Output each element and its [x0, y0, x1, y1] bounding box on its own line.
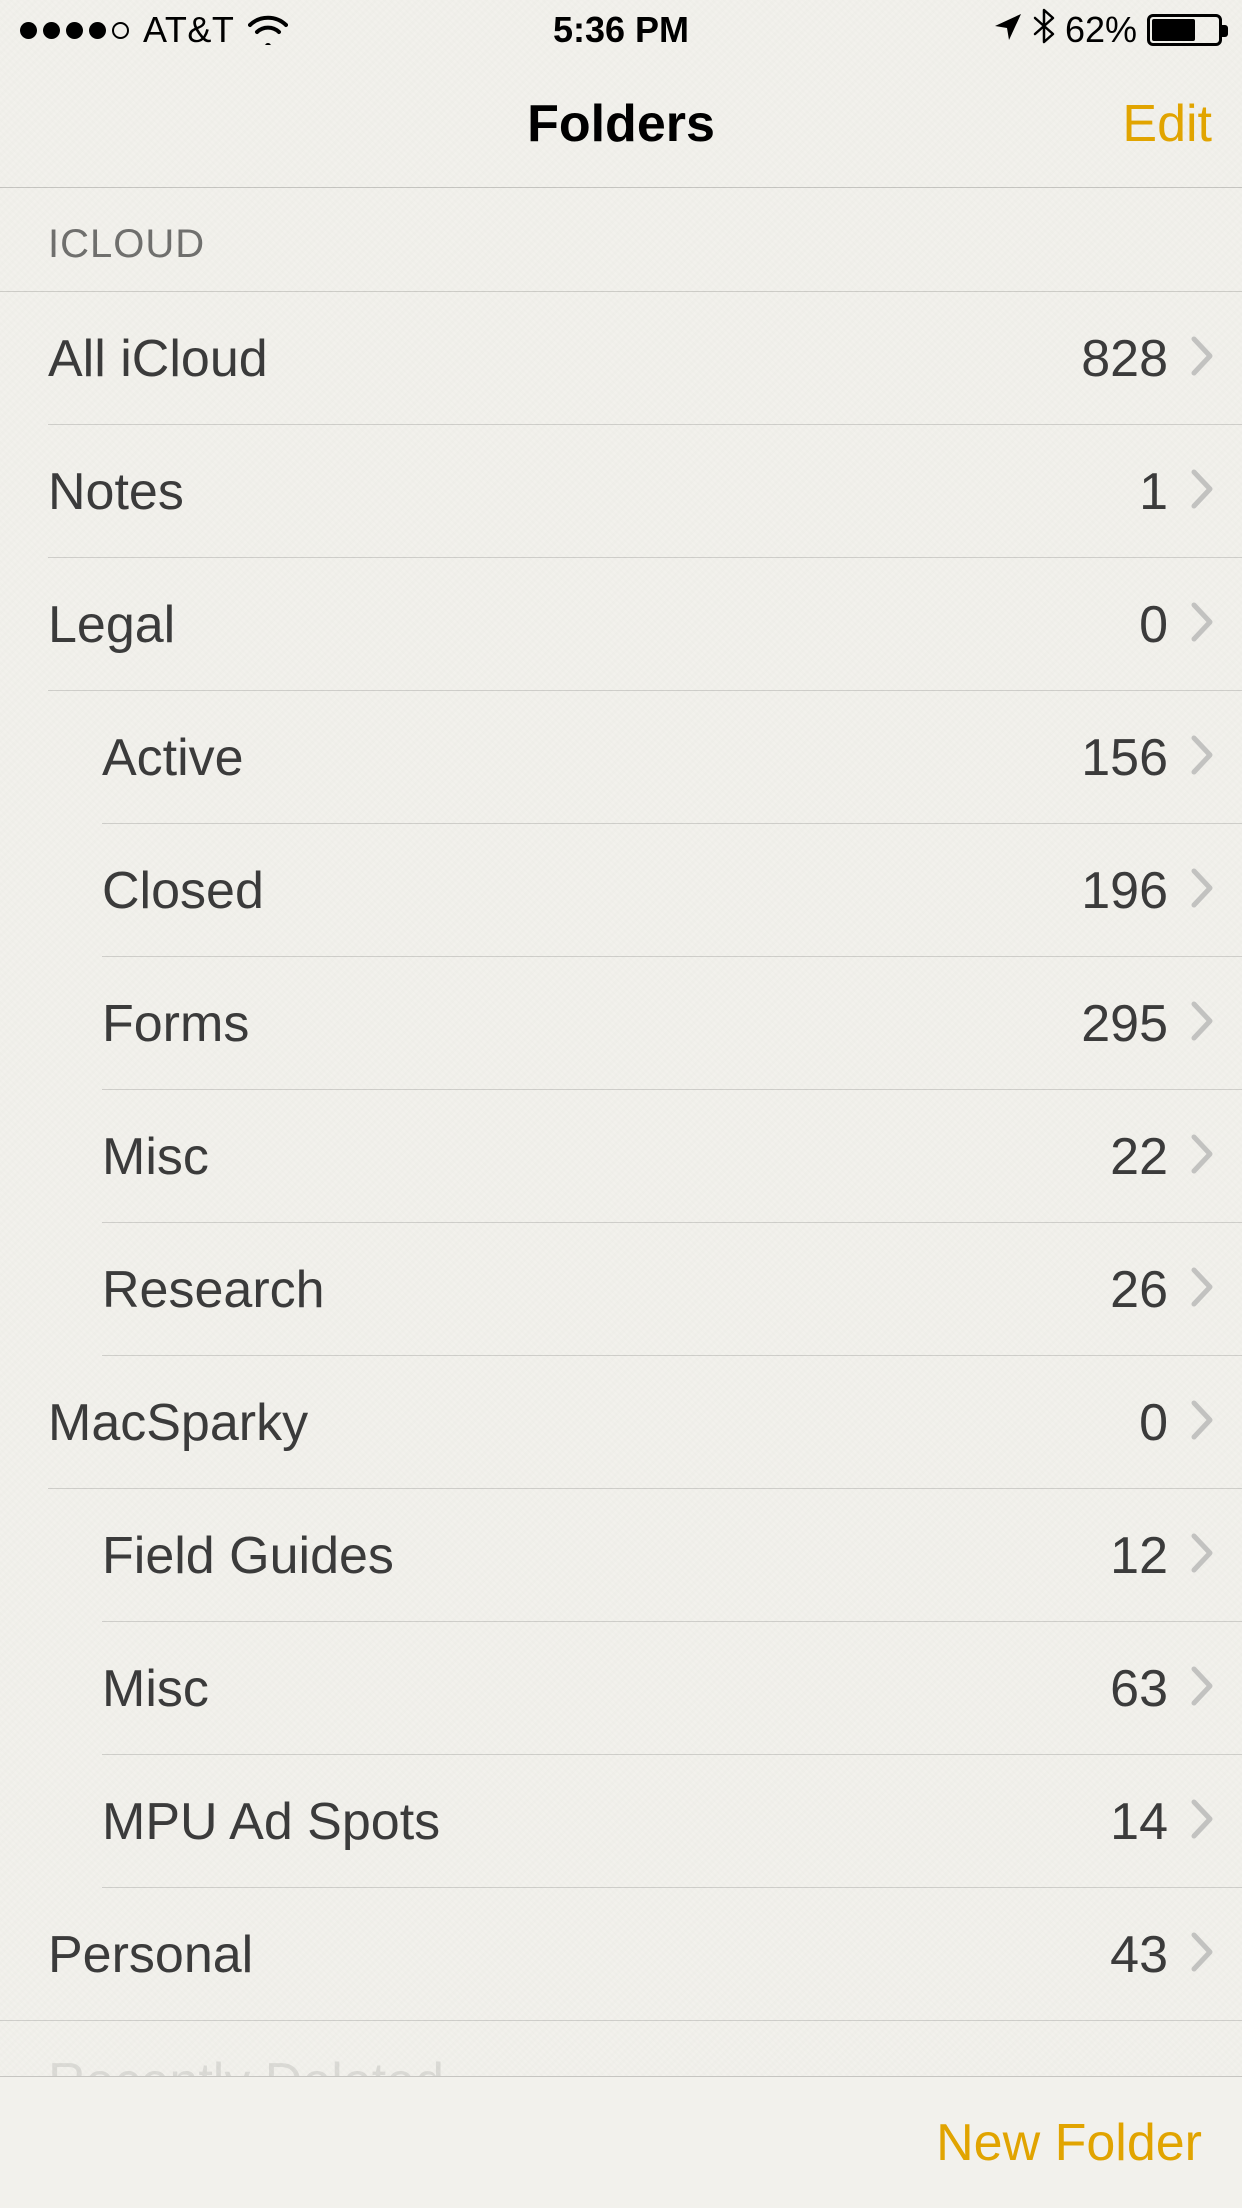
chevron-right-icon: [1188, 998, 1216, 1049]
folder-row[interactable]: Active156: [0, 691, 1242, 824]
folder-count: 22: [1110, 1127, 1168, 1187]
folder-row[interactable]: Closed196: [0, 824, 1242, 957]
folder-count: 196: [1081, 861, 1168, 921]
status-right: 62%: [993, 8, 1222, 53]
carrier-label: AT&T: [143, 9, 234, 51]
signal-strength-icon: [20, 22, 129, 39]
folder-row[interactable]: Notes1: [0, 425, 1242, 558]
folder-count: 1: [1139, 462, 1168, 522]
chevron-right-icon: [1188, 732, 1216, 783]
status-time: 5:36 PM: [553, 9, 689, 51]
folder-name: Research: [102, 1260, 1110, 1320]
wifi-icon: [248, 15, 288, 45]
folder-count: 63: [1110, 1659, 1168, 1719]
bluetooth-icon: [1033, 8, 1055, 53]
folder-row[interactable]: Forms295: [0, 957, 1242, 1090]
chevron-right-icon: [1188, 1530, 1216, 1581]
chevron-right-icon: [1188, 333, 1216, 384]
folder-count: 828: [1081, 329, 1168, 389]
folder-count: 12: [1110, 1526, 1168, 1586]
folder-name: Field Guides: [102, 1526, 1110, 1586]
chevron-right-icon: [1188, 1796, 1216, 1847]
chevron-right-icon: [1188, 1929, 1216, 1980]
new-folder-button[interactable]: New Folder: [936, 2113, 1202, 2173]
chevron-right-icon: [1188, 1397, 1216, 1448]
folder-row[interactable]: Legal0: [0, 558, 1242, 691]
folder-row[interactable]: Field Guides12: [0, 1489, 1242, 1622]
battery-icon: [1147, 14, 1222, 46]
folder-row[interactable]: All iCloud828: [0, 292, 1242, 425]
folder-count: 156: [1081, 728, 1168, 788]
folder-count: 0: [1139, 1393, 1168, 1453]
folder-name: MacSparky: [48, 1393, 1139, 1453]
folder-row[interactable]: Research26: [0, 1223, 1242, 1356]
folder-name: All iCloud: [48, 329, 1081, 389]
navigation-bar: Folders Edit: [0, 60, 1242, 188]
status-bar: AT&T 5:36 PM 62%: [0, 0, 1242, 60]
folder-name: Closed: [102, 861, 1081, 921]
folder-name: Misc: [102, 1659, 1110, 1719]
chevron-right-icon: [1188, 865, 1216, 916]
folder-count: 26: [1110, 1260, 1168, 1320]
folder-count: 14: [1110, 1792, 1168, 1852]
folder-name: Legal: [48, 595, 1139, 655]
chevron-right-icon: [1188, 599, 1216, 650]
folder-row[interactable]: MPU Ad Spots14: [0, 1755, 1242, 1888]
folder-name: Personal: [48, 1925, 1110, 1985]
chevron-right-icon: [1188, 1264, 1216, 1315]
folder-row[interactable]: Misc63: [0, 1622, 1242, 1755]
folder-count: 295: [1081, 994, 1168, 1054]
folder-name: Forms: [102, 994, 1081, 1054]
folder-list: All iCloud828Notes1Legal0Active156Closed…: [0, 291, 1242, 2021]
folder-count: 0: [1139, 595, 1168, 655]
folder-row[interactable]: Misc22: [0, 1090, 1242, 1223]
chevron-right-icon: [1188, 466, 1216, 517]
toolbar: New Folder: [0, 2076, 1242, 2208]
location-icon: [993, 9, 1023, 51]
folder-name: MPU Ad Spots: [102, 1792, 1110, 1852]
chevron-right-icon: [1188, 1131, 1216, 1182]
folder-count: 43: [1110, 1925, 1168, 1985]
page-title: Folders: [527, 94, 715, 154]
folder-name: Misc: [102, 1127, 1110, 1187]
chevron-right-icon: [1188, 1663, 1216, 1714]
battery-percent: 62%: [1065, 9, 1137, 51]
folder-name: Active: [102, 728, 1081, 788]
folder-name: Notes: [48, 462, 1139, 522]
battery-fill: [1152, 19, 1195, 41]
folder-row[interactable]: MacSparky0: [0, 1356, 1242, 1489]
section-header-icloud: ICLOUD: [0, 188, 1242, 291]
folder-row[interactable]: Personal43: [0, 1888, 1242, 2021]
edit-button[interactable]: Edit: [1122, 94, 1212, 154]
status-left: AT&T: [20, 9, 288, 51]
